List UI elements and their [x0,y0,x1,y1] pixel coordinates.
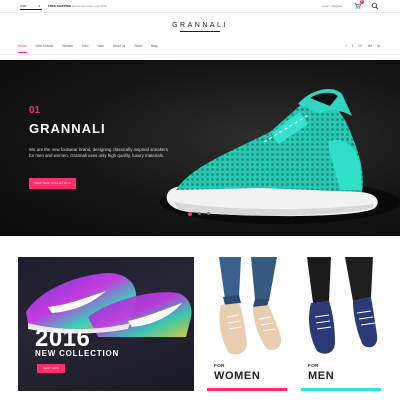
currency-label: USD [20,4,27,8]
men-category-card[interactable]: FOR MEN [301,257,381,391]
women-label: WOMEN [214,370,261,382]
nav-item-store[interactable]: Store [134,42,142,50]
nav-item-sale[interactable]: Sale [97,42,103,50]
nav-item-about[interactable]: About us [113,42,126,50]
shipping-text: across all orders over €79 [72,4,107,8]
slide-number: 01 [29,105,41,116]
hero-description: We are the new footwear brand, designing… [29,147,169,158]
view-collection-button[interactable]: VIEW NEW COLLECTION [29,178,76,189]
slider-dot[interactable] [198,212,201,215]
social-links: f t G+ Bē in [341,42,380,50]
google-plus-icon[interactable]: G+ [358,42,363,50]
nav-divider [0,54,400,55]
men-for-label: FOR [308,363,319,368]
shop-now-button[interactable]: SHOP NOW [37,364,65,373]
nav-item-new-arrivals[interactable]: New Arrivals [36,42,54,50]
shipping-notice: FREE SHIPPING across all orders over €79 [48,2,107,10]
nav-item-men[interactable]: Men [82,42,88,50]
shipping-bold: FREE SHIPPING [48,4,72,8]
chevron-down-icon: ▾ [38,4,40,8]
men-sneakers-image [307,257,380,357]
facebook-icon[interactable]: f [346,42,347,50]
slider-dot[interactable] [207,212,210,215]
men-accent-bar [301,388,381,391]
search-icon[interactable] [371,2,379,10]
new-collection-banner[interactable]: 2016 NEW COLLECTION SHOP NOW [18,257,194,391]
women-for-label: FOR [214,363,225,368]
logo-underline [180,31,220,32]
men-label: MEN [308,370,335,382]
brand-logo[interactable]: GRANNALI [0,22,400,29]
behance-icon[interactable]: Bē [368,42,372,50]
slider-dots [188,211,216,216]
main-nav: Home New Arrivals Women Men Sale About u… [18,42,166,53]
nav-item-women[interactable]: Women [62,42,73,50]
nav-item-blog[interactable]: Blog [151,42,157,50]
hero-sneaker-image [160,89,400,224]
linkedin-icon[interactable]: in [377,42,380,50]
slider-dot[interactable] [188,211,192,216]
cart-count-badge: 0 [360,0,364,4]
login-register-link[interactable]: Login / Register [322,2,343,10]
currency-select[interactable]: USD ▾ [20,2,42,10]
twitter-icon[interactable]: t [352,42,353,50]
women-sneakers-image [219,257,284,357]
cart-button[interactable]: 0 [352,0,364,10]
nav-item-home[interactable]: Home [18,42,27,53]
hero-title: GRANNALI [29,121,106,136]
hero-slider: 01 GRANNALI We are the new footwear bran… [0,60,400,236]
collection-subtitle: NEW COLLECTION [35,349,120,358]
women-category-card[interactable]: FOR WOMEN [207,257,287,391]
top-bar: USD ▾ FREE SHIPPING across all orders ov… [0,0,400,13]
women-accent-bar [207,388,287,391]
